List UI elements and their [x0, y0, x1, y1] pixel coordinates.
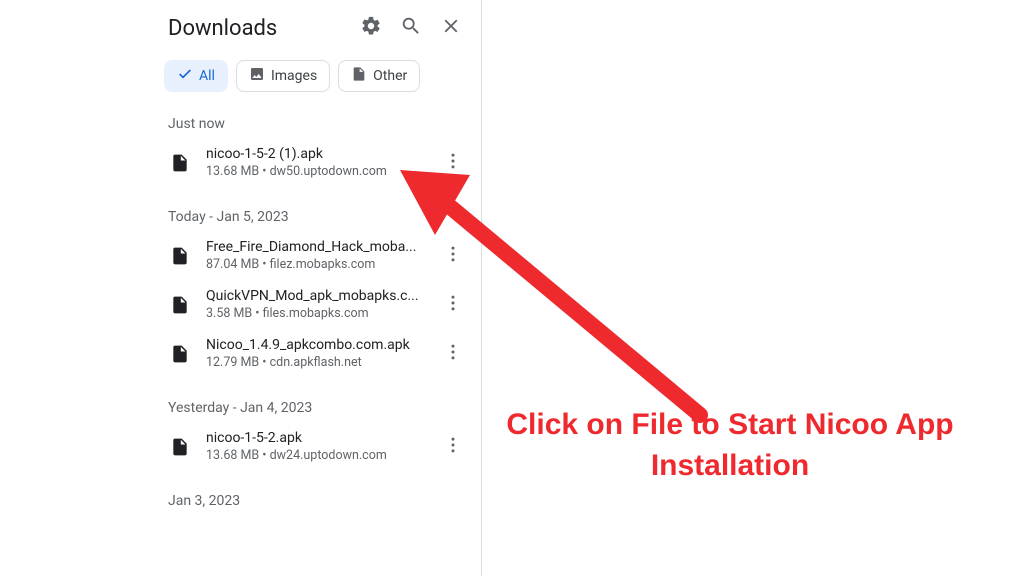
file-name: QuickVPN_Mod_apk_mobapks.c...: [206, 288, 423, 304]
item-menu-button[interactable]: [437, 342, 469, 366]
downloads-panel: Downloads All Images: [148, 0, 482, 576]
chip-all[interactable]: All: [164, 60, 228, 92]
image-icon: [249, 66, 265, 86]
file-icon: [351, 66, 367, 86]
file-text: Nicoo_1.4.9_apkcombo.com.apk 12.79 MB • …: [206, 337, 423, 370]
file-icon: [168, 437, 192, 457]
download-item[interactable]: Nicoo_1.4.9_apkcombo.com.apk 12.79 MB • …: [148, 329, 477, 378]
file-text: QuickVPN_Mod_apk_mobapks.c... 3.58 MB • …: [206, 288, 423, 321]
section-header: Jan 3, 2023: [148, 471, 477, 515]
file-name: Nicoo_1.4.9_apkcombo.com.apk: [206, 337, 423, 353]
chip-images[interactable]: Images: [236, 60, 330, 92]
item-menu-button[interactable]: [437, 151, 469, 175]
annotation-text: Click on File to Start Nicoo App Install…: [470, 405, 990, 486]
file-name: nicoo-1-5-2.apk: [206, 430, 423, 446]
file-text: nicoo-1-5-2 (1).apk 13.68 MB • dw50.upto…: [206, 146, 423, 179]
close-icon: [440, 15, 462, 41]
panel-header: Downloads: [148, 0, 481, 54]
file-name: Free_Fire_Diamond_Hack_moba...: [206, 239, 423, 255]
file-meta: 13.68 MB • dw50.uptodown.com: [206, 164, 423, 179]
file-text: Free_Fire_Diamond_Hack_moba... 87.04 MB …: [206, 239, 423, 272]
download-item[interactable]: QuickVPN_Mod_apk_mobapks.c... 3.58 MB • …: [148, 280, 477, 329]
more-vert-icon: [443, 244, 463, 268]
search-button[interactable]: [393, 10, 429, 46]
search-icon: [400, 15, 422, 41]
file-icon: [168, 295, 192, 315]
chip-label: Other: [373, 68, 407, 84]
close-button[interactable]: [433, 10, 469, 46]
more-vert-icon: [443, 151, 463, 175]
section-header: Today - Jan 5, 2023: [148, 187, 477, 231]
file-icon: [168, 153, 192, 173]
item-menu-button[interactable]: [437, 435, 469, 459]
file-icon: [168, 344, 192, 364]
settings-button[interactable]: [353, 10, 389, 46]
file-name: nicoo-1-5-2 (1).apk: [206, 146, 423, 162]
downloads-list: Just now nicoo-1-5-2 (1).apk 13.68 MB • …: [148, 104, 481, 576]
more-vert-icon: [443, 435, 463, 459]
gear-icon: [360, 15, 382, 41]
file-meta: 13.68 MB • dw24.uptodown.com: [206, 448, 423, 463]
chip-label: Images: [271, 68, 317, 84]
chip-other[interactable]: Other: [338, 60, 420, 92]
filter-chips: All Images Other: [148, 54, 481, 104]
file-meta: 3.58 MB • files.mobapks.com: [206, 306, 423, 321]
check-icon: [177, 66, 193, 86]
download-item[interactable]: Free_Fire_Diamond_Hack_moba... 87.04 MB …: [148, 231, 477, 280]
section-header: Just now: [148, 104, 477, 138]
section-header: Yesterday - Jan 4, 2023: [148, 378, 477, 422]
file-meta: 12.79 MB • cdn.apkflash.net: [206, 355, 423, 370]
download-item[interactable]: nicoo-1-5-2 (1).apk 13.68 MB • dw50.upto…: [148, 138, 477, 187]
item-menu-button[interactable]: [437, 293, 469, 317]
file-text: nicoo-1-5-2.apk 13.68 MB • dw24.uptodown…: [206, 430, 423, 463]
item-menu-button[interactable]: [437, 244, 469, 268]
more-vert-icon: [443, 342, 463, 366]
file-icon: [168, 246, 192, 266]
download-item[interactable]: nicoo-1-5-2.apk 13.68 MB • dw24.uptodown…: [148, 422, 477, 471]
more-vert-icon: [443, 293, 463, 317]
chip-label: All: [199, 68, 215, 84]
file-meta: 87.04 MB • filez.mobapks.com: [206, 257, 423, 272]
page-title: Downloads: [168, 16, 349, 41]
